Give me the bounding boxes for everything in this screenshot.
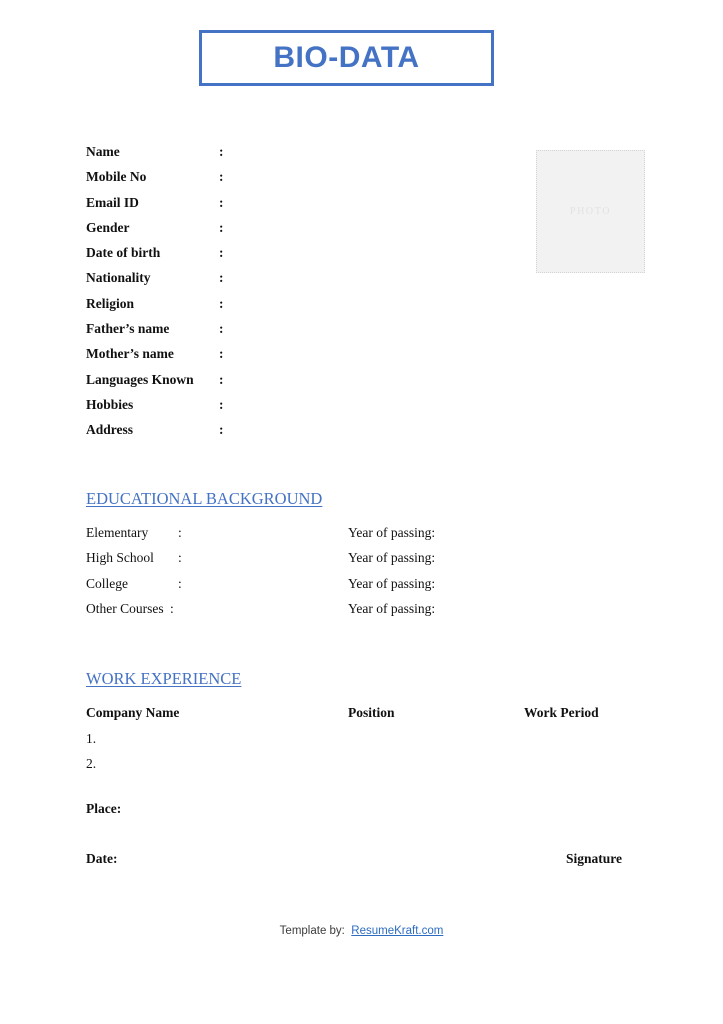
personal-colon: : [219,396,224,412]
work-row-index: 1. [86,730,97,746]
education-row: Elementary : Year of passing: [86,520,626,545]
personal-label-gender: Gender [86,219,130,235]
work-experience-heading: WORK EXPERIENCE [86,669,242,688]
personal-details-section: Name : Mobile No : Email ID : Gender : D… [86,139,346,443]
education-row: High School : Year of passing: [86,545,626,570]
personal-detail-row: Father’s name : [86,316,346,341]
personal-label-nationality: Nationality [86,270,151,286]
education-row: College : Year of passing: [86,571,626,596]
personal-detail-row: Mobile No : [86,164,346,189]
page-title: BIO-DATA [273,41,420,74]
education-year-label-college: Year of passing: [348,575,436,591]
personal-colon: : [219,371,224,387]
work-table-header: Company Name Position Work Period [86,700,626,726]
personal-label-email-id: Email ID [86,194,139,210]
work-column-company-name: Company Name [86,705,180,720]
education-label-other-courses: Other Courses [86,601,164,617]
document-title-box: BIO-DATA [199,30,494,86]
signature-label: Signature [566,851,623,866]
photo-placeholder[interactable]: PHOTO [536,150,645,273]
personal-label-date-of-birth: Date of birth [86,245,161,261]
date-label: Date: [86,851,118,866]
education-colon: : [178,525,182,540]
personal-label-address: Address [86,422,134,438]
education-label-high-school: High School [86,550,154,566]
personal-detail-row: Date of birth : [86,240,346,265]
personal-colon: : [219,194,224,210]
personal-detail-row: Religion : [86,291,346,316]
education-colon: : [178,575,182,591]
personal-detail-row: Languages Known : [86,367,346,392]
personal-colon: : [219,295,224,311]
work-row-index: 2. [86,756,97,771]
personal-detail-row: Hobbies : [86,392,346,417]
personal-label-hobbies: Hobbies [86,396,134,412]
bio-data-document: BIO-DATA Name : Mobile No : Email ID : G… [0,0,723,1024]
personal-label-fathers-name: Father’s name [86,321,170,337]
personal-label-languages-known: Languages Known [86,371,194,387]
education-label-college: College [86,575,128,591]
personal-colon: : [219,245,224,261]
education-year-label-other-courses: Year of passing: [348,601,436,617]
personal-label-mobile-no: Mobile No [86,169,147,185]
education-year-label-elementary: Year of passing: [348,525,436,540]
personal-detail-row: Address : [86,417,346,442]
personal-colon: : [219,270,224,286]
place-label: Place: [86,801,122,816]
work-column-position: Position [348,705,395,720]
personal-colon: : [219,422,224,438]
personal-label-name: Name [86,144,120,159]
template-credit-prefix: Template by: [279,925,345,937]
personal-colon: : [219,219,224,235]
personal-colon: : [219,144,224,159]
personal-colon: : [219,346,224,362]
photo-placeholder-label: PHOTO [569,206,612,217]
education-label-elementary: Elementary [86,525,149,540]
personal-label-religion: Religion [86,295,135,311]
education-colon: : [170,601,174,617]
table-row: 2. [86,751,626,777]
personal-colon: : [219,169,224,185]
education-colon: : [178,550,182,566]
education-row: Other Courses : Year of passing: [86,596,626,621]
work-experience-table: Company Name Position Work Period 1. 2. [86,700,626,777]
education-year-label-high-school: Year of passing: [348,550,436,566]
personal-colon: : [219,321,224,337]
educational-background-section: Elementary : Year of passing: High Schoo… [86,520,626,622]
table-row: 1. [86,726,626,752]
template-credit: Template by: ResumeKraft.com [0,925,723,937]
educational-background-heading: EDUCATIONAL BACKGROUND [86,489,323,508]
personal-detail-row: Name : [86,139,346,164]
personal-detail-row: Gender : [86,215,346,240]
personal-label-mothers-name: Mother’s name [86,346,174,362]
personal-detail-row: Mother’s name : [86,341,346,366]
personal-detail-row: Email ID : [86,190,346,215]
resumekraft-link[interactable]: ResumeKraft.com [351,925,443,937]
personal-detail-row: Nationality : [86,265,346,290]
work-column-work-period: Work Period [524,705,599,720]
